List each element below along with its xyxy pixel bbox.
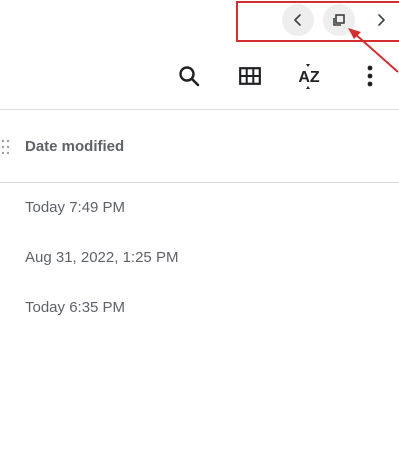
sort-button[interactable]: AZ xyxy=(295,62,323,90)
table-row[interactable]: Today 7:49 PM xyxy=(25,198,125,218)
more-vert-icon xyxy=(367,65,373,87)
toolbar-divider xyxy=(0,109,399,110)
search-icon xyxy=(179,66,200,87)
sort-az-icon: AZ xyxy=(298,64,320,89)
table-row[interactable]: Aug 31, 2022, 1:25 PM xyxy=(25,248,178,268)
search-button[interactable] xyxy=(175,62,203,90)
table-row[interactable]: Today 6:35 PM xyxy=(25,298,125,318)
date-modified-column-header[interactable]: Date modified xyxy=(25,137,124,157)
drag-handle-icon[interactable] xyxy=(1,139,11,155)
sort-az-label: AZ xyxy=(298,69,320,86)
grid-view-button[interactable] xyxy=(236,62,264,90)
more-options-button[interactable] xyxy=(356,62,384,90)
file-browser-panel: AZ Date modified Today 7:49 PM Aug 31, 2… xyxy=(0,0,399,454)
grid-view-icon xyxy=(239,67,261,85)
header-divider xyxy=(0,182,399,183)
